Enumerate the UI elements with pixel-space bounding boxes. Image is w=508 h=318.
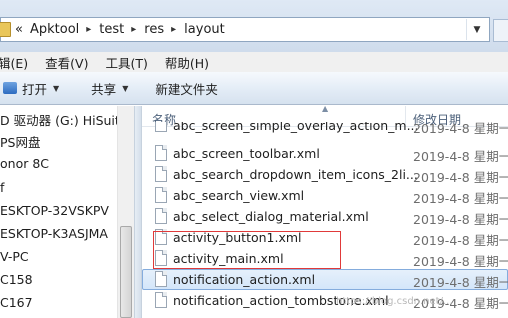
chevron-down-icon: ▼ (53, 83, 60, 93)
pane-splitter[interactable] (134, 106, 142, 318)
file-row[interactable]: activity_main.xml 2019-4-8 星期一 (142, 248, 508, 269)
file-icon (155, 166, 167, 182)
nav-item-desktop-32vskpv[interactable]: ESKTOP-32VSKPV (0, 203, 109, 218)
file-row[interactable]: activity_button1.xml 2019-4-8 星期一 (142, 227, 508, 248)
breadcrumb-separator-icon[interactable]: ▸ (171, 24, 176, 35)
open-button[interactable]: 打开 ▼ (0, 79, 59, 98)
file-name: activity_button1.xml (173, 230, 302, 245)
file-date: 2019-4-8 星期一 (413, 233, 508, 248)
file-name: abc_select_dialog_material.xml (173, 209, 369, 224)
file-row[interactable]: abc_search_dropdown_item_icons_2li... 20… (142, 164, 508, 185)
file-row[interactable]: abc_screen_simple_overlay_action_m... 20… (142, 122, 508, 138)
file-row[interactable]: abc_screen_toolbar.xml 2019-4-8 星期一 (142, 143, 508, 164)
file-date: 2019-4-8 星期一 (413, 191, 508, 206)
breadcrumb-separator-icon[interactable]: ▸ (86, 24, 91, 35)
breadcrumb-overflow[interactable]: « (15, 22, 23, 37)
file-row[interactable]: abc_select_dialog_material.xml 2019-4-8 … (142, 206, 508, 227)
menu-edit[interactable]: 辑(E) (0, 53, 28, 72)
file-date: 2019-4-8 星期一 (413, 149, 508, 164)
file-date: 2019-4-8 星期一 (413, 275, 508, 290)
sort-arrow-icon: ▲ (322, 104, 329, 113)
file-date: 2019-4-8 星期一 (413, 122, 508, 136)
file-date: 2019-4-8 星期一 (413, 254, 508, 269)
menu-help[interactable]: 帮助(H) (165, 53, 209, 72)
file-name: notification_action.xml (173, 272, 316, 287)
navigation-pane: D 驱动器 (G:) HiSuite PS网盘 onor 8C f ESKTOP… (0, 106, 134, 318)
command-toolbar: 打开 ▼ 共享 ▼ 新建文件夹 (0, 72, 508, 105)
breadcrumb-separator-icon[interactable]: ▸ (131, 24, 136, 35)
folder-icon (0, 22, 11, 37)
nav-item-f[interactable]: f (0, 180, 4, 195)
nav-scrollbar-thumb[interactable] (120, 226, 132, 318)
file-icon (155, 122, 167, 132)
address-dropdown-icon[interactable]: ▼ (466, 19, 487, 40)
file-icon (155, 250, 167, 266)
file-icon (155, 271, 167, 287)
share-button[interactable]: 共享 ▼ (91, 79, 128, 98)
file-list: ▲ 名称 修改日期 abc_screen_simple_overlay_acti… (142, 104, 508, 318)
file-icon (155, 229, 167, 245)
breadcrumb-layout[interactable]: layout (184, 22, 225, 37)
file-row[interactable]: abc_search_view.xml 2019-4-8 星期一 (142, 185, 508, 206)
menu-tools[interactable]: 工具(T) (105, 53, 147, 72)
breadcrumb: « Apktool ▸ test ▸ res ▸ layout (15, 22, 225, 37)
breadcrumb-test[interactable]: test (99, 22, 124, 37)
file-name: abc_search_dropdown_item_icons_2li... (173, 167, 418, 182)
nav-item-netdisk[interactable]: PS网盘 (0, 132, 40, 151)
nav-item-honor-8c[interactable]: onor 8C (0, 156, 49, 171)
nav-scrollbar[interactable] (117, 106, 134, 318)
file-icon (155, 208, 167, 224)
share-label: 共享 (91, 81, 117, 97)
breadcrumb-apktool[interactable]: Apktool (30, 22, 79, 37)
nav-item-v-pc[interactable]: V-PC (0, 249, 29, 264)
breadcrumb-res[interactable]: res (144, 22, 164, 37)
menu-view[interactable]: 查看(V) (45, 53, 88, 72)
file-name: abc_screen_toolbar.xml (173, 146, 320, 161)
file-icon (155, 145, 167, 161)
watermark: https://blog.csdn.net/... (336, 296, 453, 307)
refresh-button[interactable] (493, 19, 508, 42)
file-date: 2019-4-8 星期一 (413, 170, 508, 185)
address-bar[interactable]: « Apktool ▸ test ▸ res ▸ layout ▼ (0, 17, 490, 42)
new-folder-label: 新建文件夹 (155, 81, 218, 97)
file-name: abc_search_view.xml (173, 188, 305, 203)
open-icon (3, 82, 17, 94)
nav-item-desktop-k3asjma[interactable]: ESKTOP-K3ASJMA (0, 226, 108, 241)
file-icon (155, 292, 167, 308)
file-name: abc_screen_simple_overlay_action_m... (173, 122, 419, 133)
nav-item-drive-g[interactable]: D 驱动器 (G:) HiSuite (0, 110, 128, 129)
nav-item-c158[interactable]: C158 (0, 272, 33, 287)
chevron-down-icon: ▼ (122, 83, 129, 93)
menu-bar: 辑(E) 查看(V) 工具(T) 帮助(H) (0, 52, 508, 72)
file-icon (155, 187, 167, 203)
file-row[interactable]: notification_action_tombstone.xml 2019-4… (142, 290, 508, 311)
address-area: « Apktool ▸ test ▸ res ▸ layout ▼ (0, 0, 508, 52)
file-date: 2019-4-8 星期一 (413, 212, 508, 227)
nav-item-c167[interactable]: C167 (0, 295, 33, 310)
file-name: activity_main.xml (173, 251, 284, 266)
new-folder-button[interactable]: 新建文件夹 (155, 79, 218, 98)
file-row-selected[interactable]: notification_action.xml 2019-4-8 星期一 (142, 269, 508, 290)
open-label: 打开 (22, 81, 48, 97)
